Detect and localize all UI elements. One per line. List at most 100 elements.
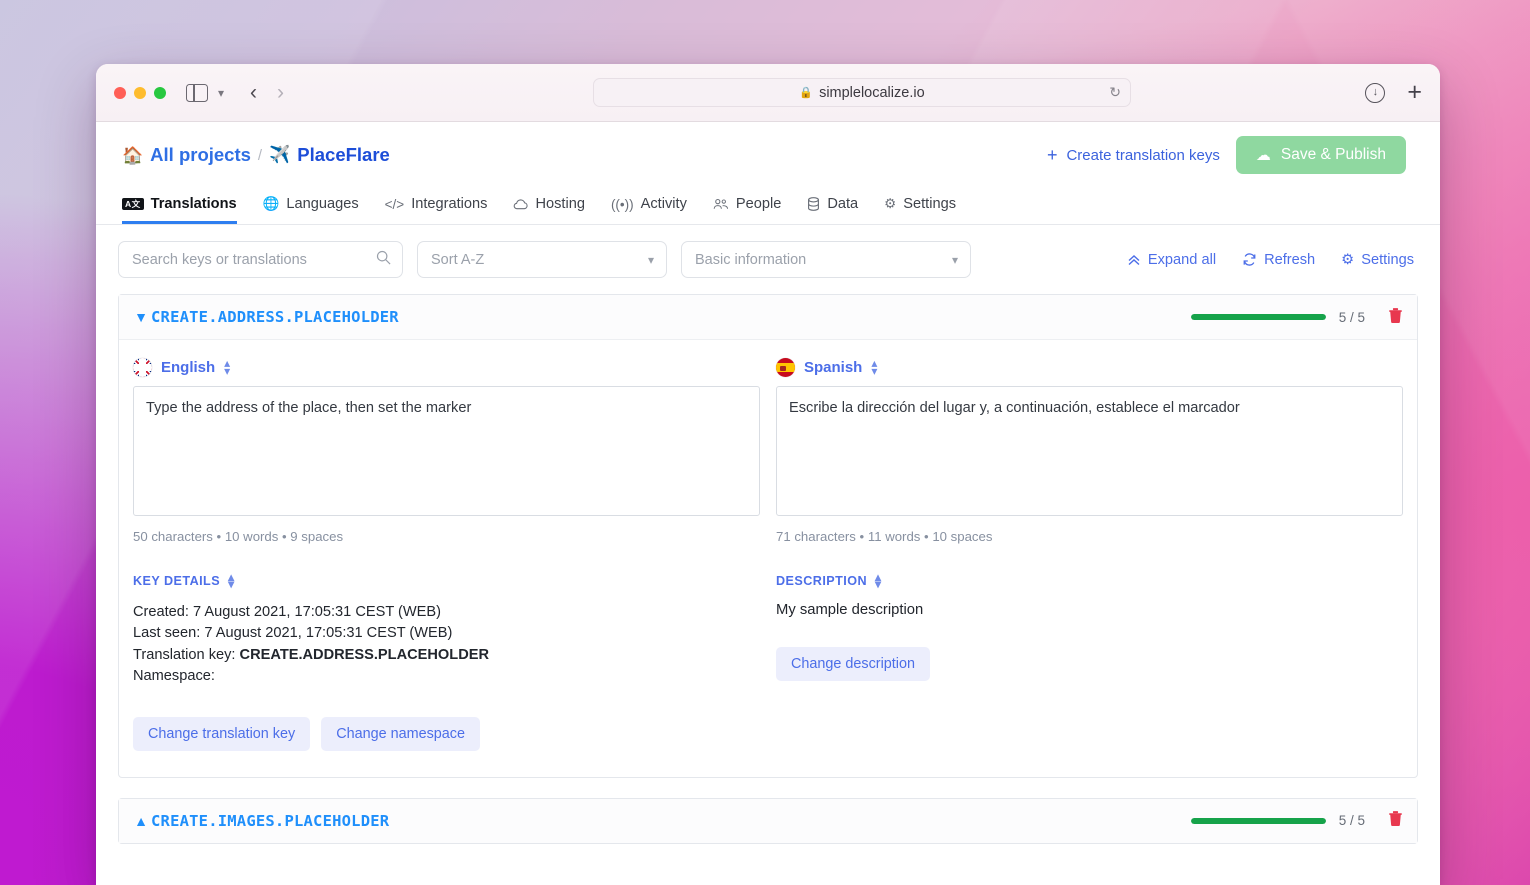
collapse-toggle-icon[interactable]: ▴ ▾ — [228, 571, 234, 590]
main-tabs: A文 Translations 🌐 Languages </> Integrat… — [96, 188, 1440, 225]
gear-icon: ⚙ — [884, 196, 897, 211]
new-tab-plus-icon[interactable]: + — [1407, 80, 1422, 105]
key-details-heading[interactable]: KEY DETAILS ▴ ▾ — [133, 571, 760, 590]
tab-people-label: People — [735, 196, 782, 212]
change-translation-key-button[interactable]: Change translation key — [133, 716, 311, 751]
app-header: 🏠 All projects / ✈️ PlaceFlare + Create … — [96, 122, 1440, 188]
expand-all-button[interactable]: Expand all — [1127, 252, 1216, 268]
code-brackets-icon: </> — [384, 196, 405, 212]
people-icon — [713, 198, 729, 210]
key-details-label: KEY DETAILS — [133, 574, 221, 589]
tab-integrations[interactable]: </> Integrations — [385, 196, 488, 224]
translation-textarea-english[interactable] — [133, 386, 760, 516]
translation-textarea-spanish[interactable] — [776, 386, 1403, 516]
description-label: DESCRIPTION — [776, 574, 868, 589]
refresh-label: Refresh — [1264, 251, 1316, 268]
collapse-toggle-icon[interactable]: ▴ ▾ — [875, 571, 881, 590]
minimize-window-button[interactable] — [134, 86, 146, 99]
breadcrumb: 🏠 All projects / ✈️ PlaceFlare — [122, 144, 390, 166]
description-heading[interactable]: DESCRIPTION ▴ ▾ — [776, 571, 1403, 590]
header-actions: + Create translation keys ☁︎ Save & Publ… — [1047, 136, 1406, 174]
refresh-button[interactable]: Refresh — [1242, 252, 1315, 268]
translation-progress-ratio: 5 / 5 — [1338, 813, 1365, 829]
app-content: 🏠 All projects / ✈️ PlaceFlare + Create … — [96, 122, 1440, 844]
tab-hosting[interactable]: Hosting — [513, 196, 585, 224]
translation-key-card: ▼ CREATE.ADDRESS.PLACEHOLDER 5 / 5 Engli… — [118, 294, 1418, 778]
breadcrumb-all-projects[interactable]: All projects — [150, 144, 251, 166]
chevron-up-icon[interactable]: ▲ — [131, 813, 151, 829]
translation-key-value: CREATE.ADDRESS.PLACEHOLDER — [239, 646, 490, 663]
change-description-button[interactable]: Change description — [776, 646, 930, 681]
list-settings-button[interactable]: ⚙ Settings — [1341, 251, 1414, 269]
translation-key-name: CREATE.IMAGES.PLACEHOLDER — [151, 811, 390, 830]
tab-activity[interactable]: ((•)) Activity — [611, 196, 687, 224]
reload-icon[interactable]: ↻ — [1109, 84, 1121, 101]
downloads-icon[interactable]: ↓ — [1365, 82, 1386, 103]
filters-toolbar: Sort A-Z ▾ Basic information ▾ Expand al… — [96, 225, 1440, 294]
gear-icon: ⚙ — [1341, 252, 1355, 268]
save-and-publish-button[interactable]: ☁︎ Save & Publish — [1235, 136, 1406, 174]
maximize-window-button[interactable] — [154, 86, 166, 99]
information-select[interactable]: Basic information ▾ — [681, 241, 971, 278]
namespace-label: Namespace: — [133, 668, 215, 685]
forward-arrow-icon[interactable]: › — [277, 82, 284, 103]
language-row-english: English ▴ ▾ — [133, 357, 760, 377]
database-icon — [807, 197, 820, 211]
address-bar[interactable]: 🔒 simplelocalize.io ↻ — [593, 78, 1131, 107]
chevron-down-icon[interactable]: ▾ — [218, 86, 224, 100]
titlebar-actions: ↓ + — [1365, 80, 1422, 105]
key-detail-namespace: Namespace: — [133, 666, 760, 687]
tab-activity-label: Activity — [640, 196, 687, 212]
tab-people[interactable]: People — [713, 196, 781, 224]
toolbar-right-actions: Expand all Refresh ⚙ Settings — [1127, 251, 1414, 268]
refresh-icon — [1242, 252, 1257, 267]
tab-languages[interactable]: 🌐 Languages — [263, 196, 359, 224]
close-window-button[interactable] — [114, 86, 126, 99]
tab-data-label: Data — [827, 196, 859, 212]
sort-select[interactable]: Sort A-Z ▾ — [417, 241, 667, 278]
tab-hosting-label: Hosting — [535, 196, 585, 212]
translation-key-status: 5 / 5 — [1190, 307, 1403, 328]
airplane-icon: ✈️ — [269, 145, 291, 164]
information-select-value: Basic information — [695, 251, 807, 268]
search-input[interactable] — [119, 242, 402, 277]
globe-icon: 🌐 — [262, 196, 280, 211]
key-details-buttons: Change translation key Change namespace — [133, 716, 760, 751]
home-icon[interactable]: 🏠 — [122, 147, 143, 164]
navigation-arrows: ‹ › — [250, 82, 284, 103]
flag-uk-icon — [133, 358, 152, 377]
sort-select-value: Sort A-Z — [431, 251, 485, 268]
search-box[interactable] — [118, 241, 403, 278]
trash-icon[interactable] — [1388, 810, 1403, 831]
browser-titlebar: ▾ ‹ › 🔒 simplelocalize.io ↻ ↓ + — [96, 64, 1440, 122]
translation-keys-list: ▼ CREATE.ADDRESS.PLACEHOLDER 5 / 5 Engli… — [96, 294, 1440, 844]
translation-key-status: 5 / 5 — [1190, 810, 1403, 831]
lock-icon: 🔒 — [799, 87, 814, 99]
tab-settings[interactable]: ⚙ Settings — [884, 196, 956, 224]
language-name-english: English — [161, 359, 216, 376]
sort-toggle-icon[interactable]: ▴ ▾ — [871, 357, 877, 376]
sort-toggle-icon[interactable]: ▴ ▾ — [224, 357, 230, 376]
translation-key-name: CREATE.ADDRESS.PLACEHOLDER — [151, 308, 399, 326]
browser-window: ▾ ‹ › 🔒 simplelocalize.io ↻ ↓ + 🏠 All pr… — [96, 64, 1440, 885]
translation-key-label: Translation key: — [133, 646, 236, 663]
sidebar-toggle-icon[interactable] — [186, 83, 208, 102]
translation-key-header[interactable]: ▲ CREATE.IMAGES.PLACEHOLDER 5 / 5 — [119, 798, 1417, 843]
translation-meta-spanish: 71 characters • 11 words • 10 spaces — [776, 529, 993, 544]
create-translation-keys-button[interactable]: + Create translation keys — [1047, 146, 1220, 164]
chevron-down-icon[interactable]: ▼ — [131, 309, 151, 325]
change-namespace-button[interactable]: Change namespace — [321, 716, 481, 751]
translation-key-header[interactable]: ▼ CREATE.ADDRESS.PLACEHOLDER 5 / 5 — [119, 295, 1417, 339]
tab-translations[interactable]: A文 Translations — [122, 196, 237, 224]
translation-progress-bar — [1190, 314, 1326, 320]
translation-progress-bar — [1190, 817, 1326, 824]
window-controls — [114, 86, 166, 99]
description-buttons: Change description — [776, 646, 1403, 681]
breadcrumb-project[interactable]: ✈️ PlaceFlare — [269, 144, 390, 166]
tab-data[interactable]: Data — [807, 196, 858, 224]
trash-icon[interactable] — [1388, 307, 1403, 328]
expand-all-label: Expand all — [1147, 251, 1217, 268]
back-arrow-icon[interactable]: ‹ — [250, 82, 257, 103]
translation-meta-english: 50 characters • 10 words • 9 spaces — [133, 529, 344, 544]
